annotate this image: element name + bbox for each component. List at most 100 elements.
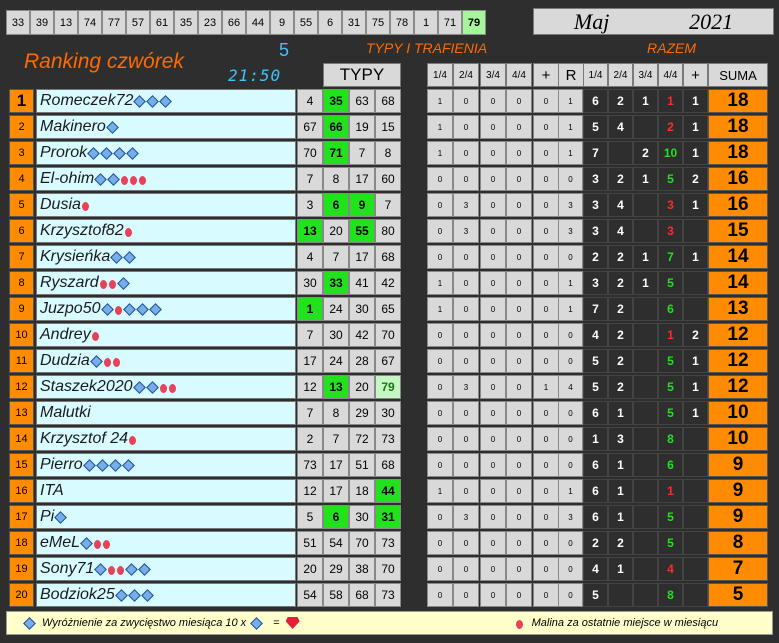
player-name-cell[interactable]: Dusia (36, 193, 296, 217)
typ-cell: 54 (323, 531, 349, 555)
score-cell: 0 (453, 89, 479, 113)
typ-cell: 38 (349, 557, 375, 581)
player-name-cell[interactable]: eMeL (36, 531, 296, 555)
score-cell: 0 (480, 167, 506, 191)
typ-cell: 15 (375, 115, 401, 139)
score-cell: 3 (558, 219, 583, 243)
typ-cell: 30 (297, 271, 323, 295)
diamond-icon (100, 146, 113, 160)
diamond-icon (145, 380, 159, 394)
player-name-cell[interactable]: Andrey (36, 323, 296, 347)
player-name-cell[interactable]: Pierro (36, 453, 296, 477)
player-name-cell[interactable]: Staszek2020 (36, 375, 296, 399)
razem-cell (633, 375, 658, 399)
razem-cell (683, 505, 708, 529)
razem-cell: 1 (683, 401, 708, 425)
score-cell: 0 (506, 557, 532, 581)
typ-cell: 41 (349, 271, 375, 295)
score-cell: 0 (453, 583, 479, 607)
score-cell: 0 (427, 349, 453, 373)
rank-cell: 1 (9, 89, 34, 113)
player-name-cell[interactable]: Makinero (36, 115, 296, 139)
razem-cell: 1 (633, 167, 658, 191)
player-name-cell[interactable]: Juzpo50 (36, 297, 296, 321)
score-cell: 0 (506, 271, 532, 295)
player-name-cell[interactable]: Ryszard (36, 271, 296, 295)
month-name: Maj (573, 8, 610, 34)
diamond-icon (105, 120, 119, 134)
razem-cell: 5 (583, 349, 608, 373)
raspberry-icon (94, 539, 102, 549)
razem-cell: 1 (683, 245, 708, 269)
razem-cell: 5 (658, 271, 683, 295)
typ-cell: 71 (323, 141, 349, 165)
header-left-0: 1/4 (427, 63, 453, 87)
score-cell: 0 (480, 89, 506, 113)
suma-cell: 18 (708, 141, 768, 165)
typ-cell: 4 (297, 245, 323, 269)
score-cell: 0 (480, 141, 506, 165)
player-name-cell[interactable]: Bodziok25 (36, 583, 296, 607)
razem-cell: 1 (608, 453, 633, 477)
score-cell: 0 (453, 245, 479, 269)
player-name-cell[interactable]: Romeczek72 (36, 89, 296, 113)
header-left-4: + (533, 63, 559, 87)
score-cell: 0 (427, 245, 453, 269)
player-name-cell[interactable]: Sony71 (36, 557, 296, 581)
legend-equals: = (273, 617, 280, 629)
drawn-number: 61 (150, 10, 174, 35)
raspberry-icon (108, 279, 116, 289)
score-cell: 0 (453, 167, 479, 191)
player-name-cell[interactable]: Pi (36, 505, 296, 529)
typ-cell: 3 (297, 193, 323, 217)
score-cell: 1 (533, 375, 559, 399)
player-name: El-ohim (40, 170, 95, 187)
player-name-cell[interactable]: Krzysztof 24 (36, 427, 296, 451)
player-name: ITA (40, 482, 64, 499)
typ-cell: 20 (297, 557, 323, 581)
player-name-cell[interactable]: Krysieńka (36, 245, 296, 269)
razem-cell: 4 (583, 323, 608, 347)
raspberry-icon (515, 619, 523, 629)
player-name-cell[interactable]: Dudzia (36, 349, 296, 373)
razem-cell (683, 271, 708, 295)
count-label: 5 (279, 40, 290, 60)
raspberry-icon (112, 357, 120, 367)
typ-cell: 42 (375, 271, 401, 295)
drawn-number: 71 (438, 10, 462, 35)
typy-header: TYPY (323, 63, 401, 87)
razem-cell: 3 (583, 271, 608, 295)
score-cell: 0 (533, 245, 559, 269)
player-name-cell[interactable]: Prorok (36, 141, 296, 165)
player-name-cell[interactable]: ITA (36, 479, 296, 503)
razem-cell: 3 (658, 193, 683, 217)
page-title: Ranking czwórek (24, 50, 184, 73)
typ-cell: 17 (297, 349, 323, 373)
rank-cell: 20 (9, 583, 34, 607)
player-name: Prorok (40, 144, 88, 161)
score-cell: 0 (480, 245, 506, 269)
suma-cell: 12 (708, 375, 768, 399)
player-name-cell[interactable]: Krzysztof82 (36, 219, 296, 243)
typ-cell: 7 (297, 401, 323, 425)
razem-cell: 4 (608, 219, 633, 243)
player-name-cell[interactable]: Malutki (36, 401, 296, 425)
typ-cell: 19 (349, 115, 375, 139)
player-name-cell[interactable]: El-ohim (36, 167, 296, 191)
typ-cell: 8 (323, 401, 349, 425)
rank-cell: 19 (9, 557, 34, 581)
diamond-icon (95, 458, 109, 472)
raspberry-icon (124, 227, 132, 237)
player-name: Romeczek72 (40, 92, 134, 109)
suma-cell: 18 (708, 89, 768, 113)
diamond-icon (127, 588, 141, 602)
typ-cell: 54 (297, 583, 323, 607)
raspberry-icon (108, 565, 116, 575)
suma-cell: 14 (708, 271, 768, 295)
razem-cell: 5 (583, 375, 608, 399)
suma-cell: 7 (708, 557, 768, 581)
razem-cell: 2 (608, 245, 633, 269)
razem-cell: 10 (658, 141, 683, 165)
razem-cell: 5 (658, 401, 683, 425)
typ-cell: 7 (323, 427, 349, 451)
